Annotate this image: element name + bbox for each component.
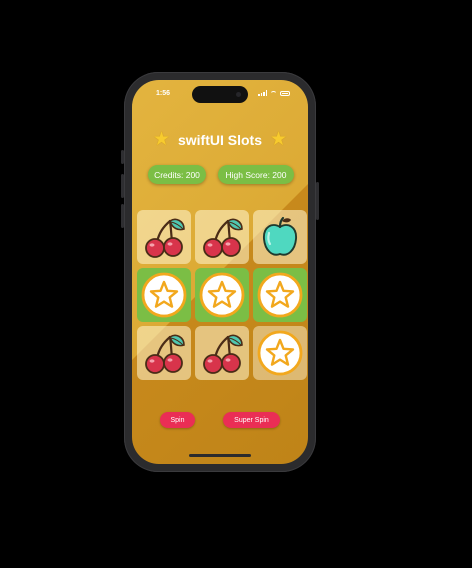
slot-cell xyxy=(195,326,249,380)
cherry-icon xyxy=(140,329,188,377)
cherry-icon xyxy=(198,329,246,377)
high-score-badge: High Score: 200 xyxy=(218,165,294,184)
spin-button[interactable]: Spin xyxy=(160,412,195,428)
status-icons xyxy=(258,90,290,96)
credits-badge: Credits: 200 xyxy=(148,165,206,184)
signal-icon xyxy=(258,90,267,96)
star-icon xyxy=(140,271,188,319)
phone-frame: 1:56 ★ swiftUI Slots ★ Credits: 200 High… xyxy=(121,72,319,472)
cherry-icon xyxy=(140,213,188,261)
slot-cell xyxy=(253,326,307,380)
apple-icon xyxy=(256,213,304,261)
status-time: 1:56 xyxy=(156,90,171,97)
slot-cell xyxy=(137,210,191,264)
star-icon: ★ xyxy=(152,129,170,150)
cherry-icon xyxy=(198,213,246,261)
power-button xyxy=(316,182,319,220)
slot-cell xyxy=(253,268,307,322)
dynamic-island xyxy=(192,86,248,103)
slot-cell xyxy=(137,326,191,380)
volume-up-button xyxy=(121,174,124,198)
slot-cell xyxy=(195,210,249,264)
page-title: swiftUI Slots xyxy=(177,131,262,148)
super-spin-button[interactable]: Super Spin xyxy=(223,412,280,428)
app-screen: 1:56 ★ swiftUI Slots ★ Credits: 200 High… xyxy=(132,80,308,464)
slot-cell xyxy=(253,210,307,264)
slot-cell xyxy=(137,268,191,322)
title-row: ★ swiftUI Slots ★ xyxy=(132,130,308,149)
battery-icon xyxy=(280,90,290,96)
slot-cell xyxy=(195,268,249,322)
slot-grid xyxy=(137,210,307,380)
action-button xyxy=(121,150,124,164)
star-icon: ★ xyxy=(270,129,288,150)
star-icon xyxy=(256,329,304,377)
volume-down-button xyxy=(121,204,124,228)
home-indicator[interactable] xyxy=(189,454,251,457)
star-icon xyxy=(256,271,304,319)
wifi-icon xyxy=(270,90,277,96)
star-icon xyxy=(198,271,246,319)
